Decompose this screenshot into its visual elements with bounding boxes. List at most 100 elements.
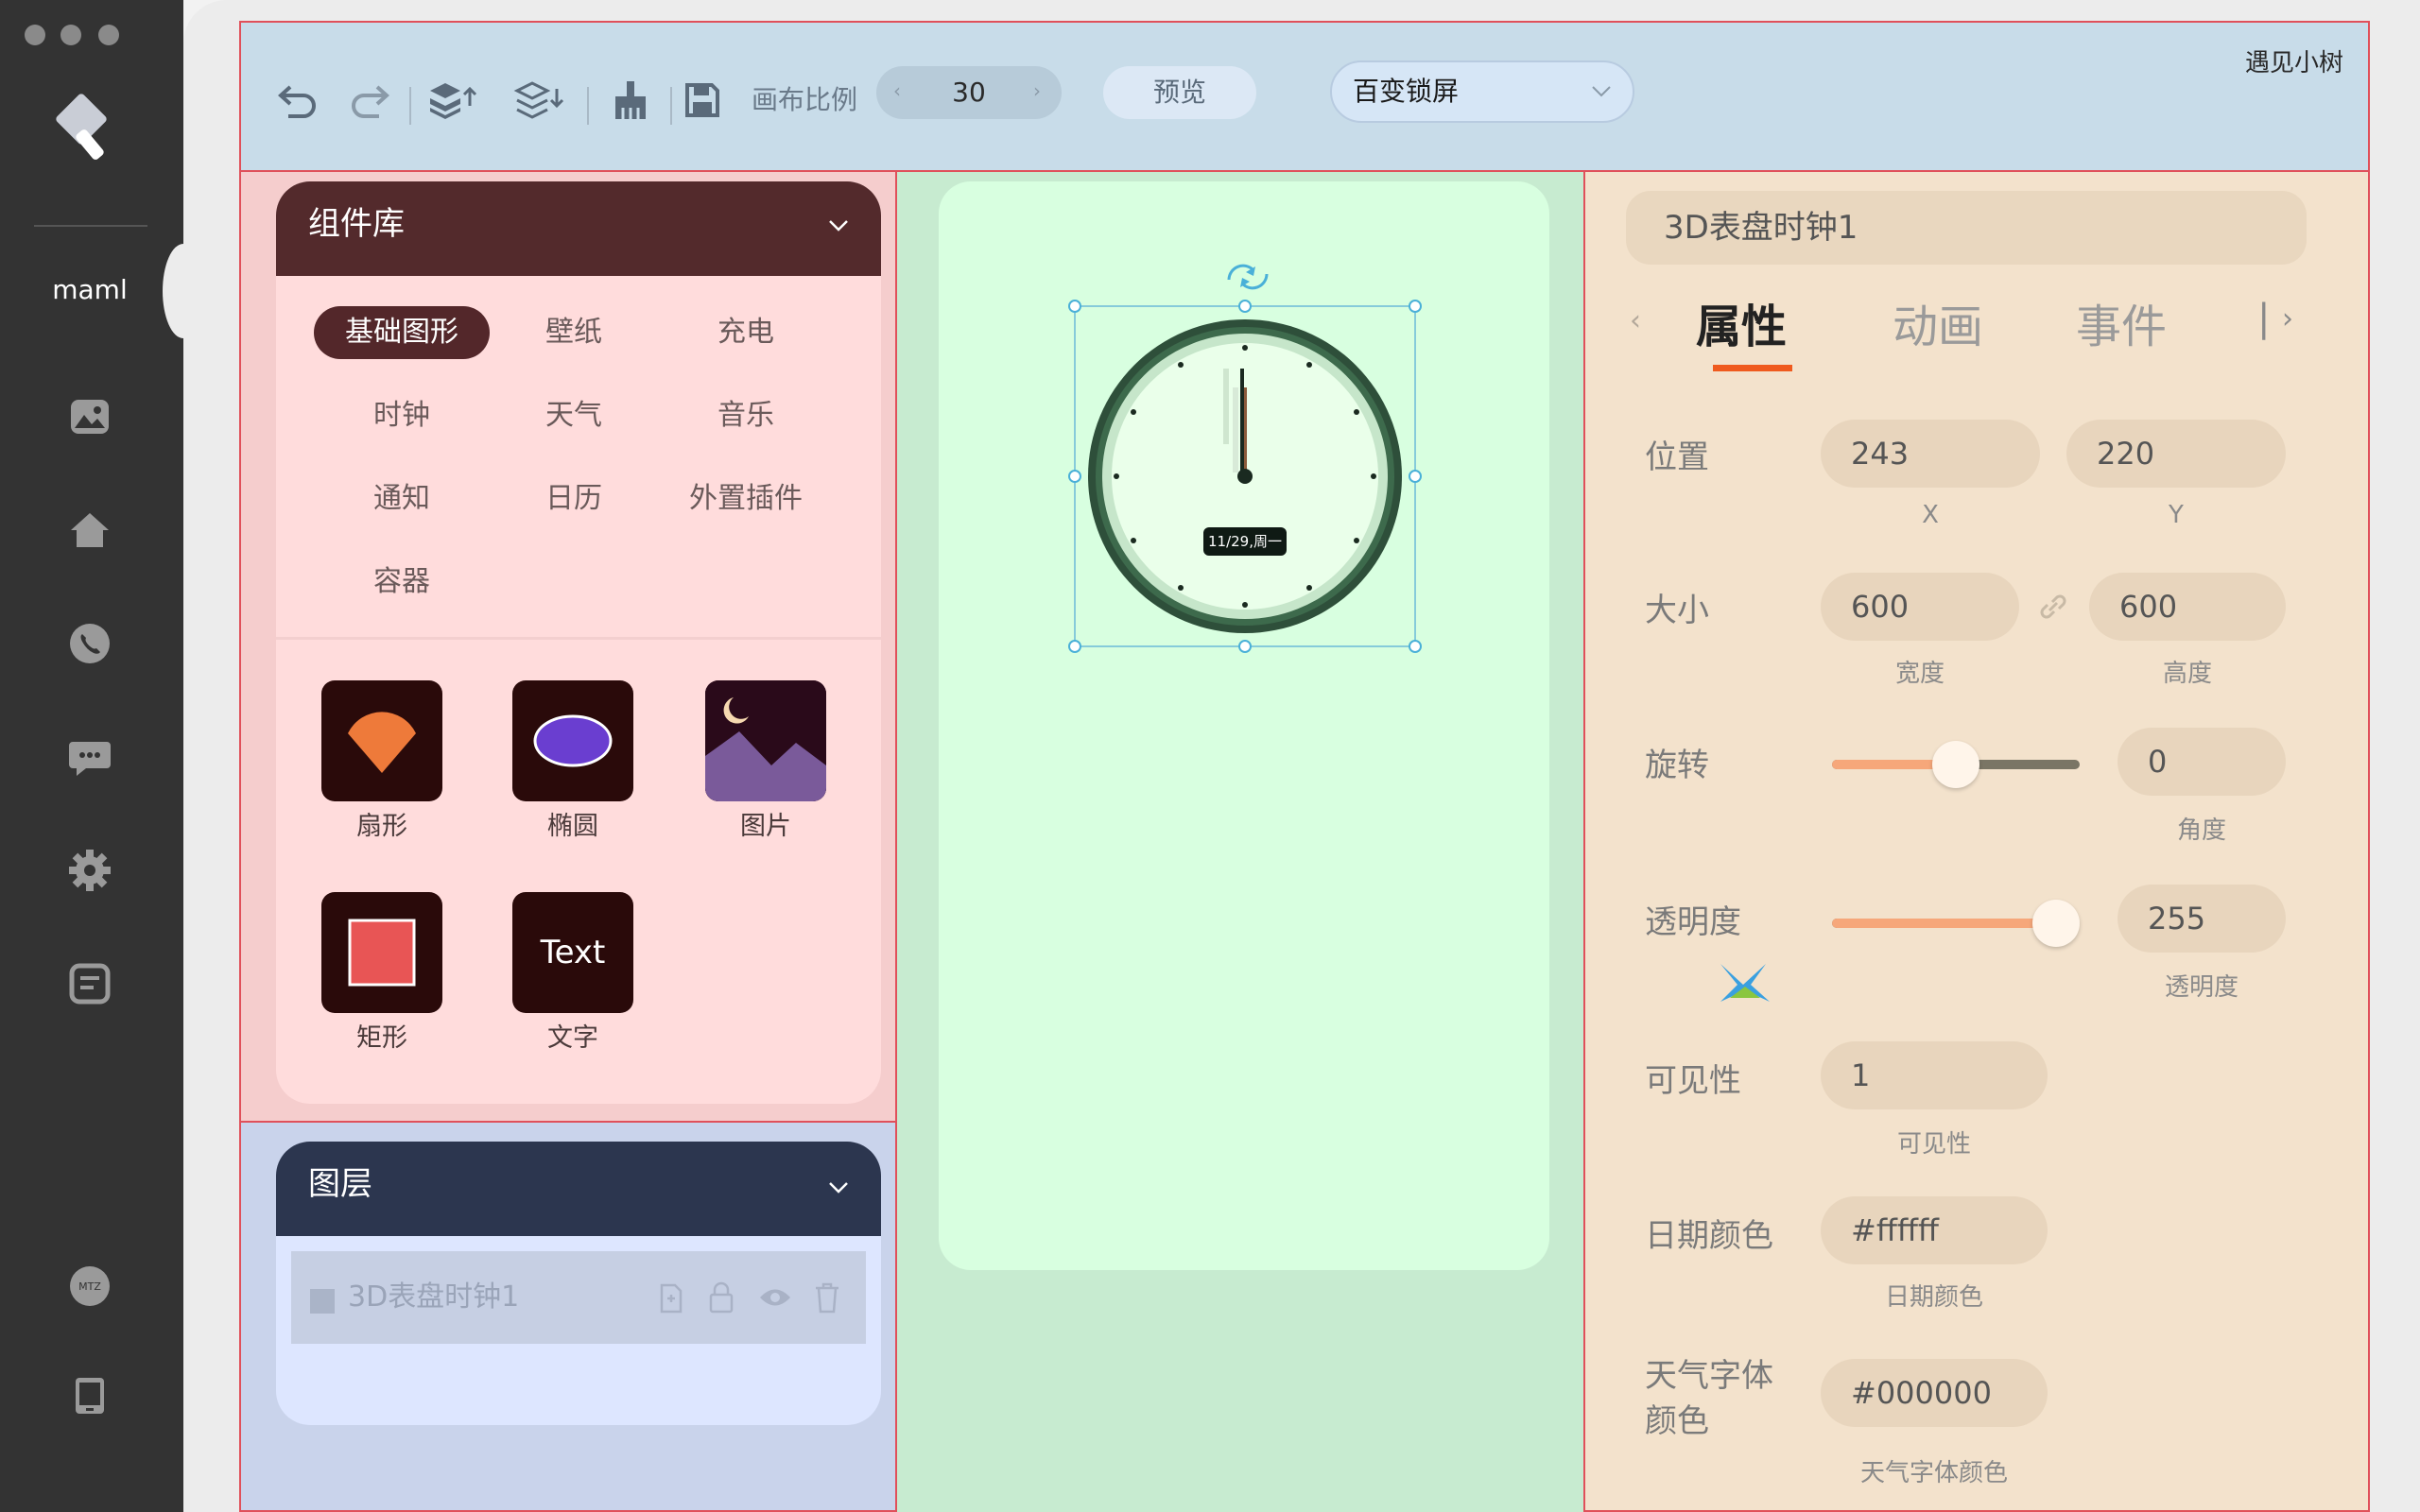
tab-scroll-right-icon[interactable]: ›	[2282, 302, 2293, 335]
library-title: 组件库	[308, 205, 405, 243]
clock-widget[interactable]: 11/29,周一	[1059, 246, 1437, 662]
date-color-label: 日期颜色	[1645, 1217, 1773, 1255]
position-x-input[interactable]: 243	[1821, 420, 2040, 488]
rectangle-icon[interactable]	[321, 892, 442, 1013]
window-zoom-button[interactable]	[98, 25, 119, 45]
height-sub: 高度	[2162, 660, 2212, 688]
weather-font-color-label-line1: 天气字体	[1645, 1357, 1773, 1395]
category-container[interactable]: 容器	[314, 556, 490, 609]
opacity-slider-thumb[interactable]	[2032, 900, 2080, 947]
rotation-slider-track[interactable]	[1832, 741, 2080, 788]
eye-icon[interactable]	[758, 1285, 792, 1310]
layers-header[interactable]: 图层	[276, 1142, 881, 1236]
component-label: 文字	[547, 1023, 598, 1053]
category-notification[interactable]: 通知	[314, 472, 490, 525]
opacity-label: 透明度	[1645, 903, 1741, 941]
chevron-down-icon[interactable]	[828, 1181, 849, 1194]
category-charging[interactable]: 充电	[658, 306, 834, 359]
component-library-card: 组件库 基础图形 壁纸 充电 时钟 天气 音乐 通知 日历 外置插件 容器 扇形…	[276, 181, 881, 1104]
date-color-sub: 日期颜色	[1884, 1283, 1983, 1312]
height-input[interactable]: 600	[2089, 573, 2286, 641]
sector-icon[interactable]	[321, 680, 442, 801]
mtz-icon[interactable]: MTZ	[66, 1263, 113, 1310]
visibility-label: 可见性	[1645, 1062, 1741, 1100]
category-music[interactable]: 音乐	[658, 389, 834, 442]
layer-up-icon[interactable]	[424, 72, 481, 129]
toolbar-separator	[409, 87, 411, 125]
library-header[interactable]: 组件库	[276, 181, 881, 276]
rotation-slider-thumb[interactable]	[1932, 741, 1979, 788]
opacity-slider-track[interactable]	[1832, 900, 2080, 947]
category-weather[interactable]: 天气	[486, 389, 662, 442]
text-icon[interactable]: Text	[512, 892, 633, 1013]
message-icon[interactable]	[66, 733, 113, 781]
canvas-ratio-label: 画布比例	[752, 84, 858, 115]
component-name-field[interactable]: 3D表盘时钟1	[1626, 191, 2307, 265]
position-y-input[interactable]: 220	[2066, 420, 2286, 488]
device-icon[interactable]	[66, 1372, 113, 1419]
watermark-logo	[1720, 964, 1770, 1002]
user-name[interactable]: 遇见小树	[2245, 43, 2343, 78]
visibility-input[interactable]: 1	[1821, 1041, 2048, 1109]
opacity-input[interactable]: 255	[2118, 885, 2286, 953]
settings-gear-icon[interactable]	[66, 847, 113, 894]
category-wallpaper[interactable]: 壁纸	[486, 306, 662, 359]
canvas-ratio-stepper[interactable]: ‹ 30 ›	[876, 66, 1062, 119]
template-select-value: 百变锁屏	[1353, 76, 1460, 107]
layer-name: 3D表盘时钟1	[348, 1280, 520, 1314]
layer-down-icon[interactable]	[511, 72, 568, 129]
link-ratio-icon[interactable]	[2034, 588, 2072, 626]
opacity-slider-fill	[1832, 919, 2056, 928]
redo-icon[interactable]	[341, 72, 398, 129]
position-label: 位置	[1645, 438, 1709, 476]
component-label: 图片	[740, 812, 791, 841]
date-color-input[interactable]: #ffffff	[1821, 1196, 2048, 1264]
category-clock[interactable]: 时钟	[314, 389, 490, 442]
template-select[interactable]: 百变锁屏	[1330, 60, 1634, 123]
tab-events[interactable]: 事件	[2076, 289, 2167, 355]
category-calendar[interactable]: 日历	[486, 472, 662, 525]
weather-font-color-label-line2: 颜色	[1645, 1402, 1709, 1440]
brush-clear-icon[interactable]	[602, 72, 659, 129]
window-minimize-button[interactable]	[60, 25, 81, 45]
save-icon[interactable]	[674, 72, 731, 129]
rotation-input[interactable]: 0	[2118, 728, 2286, 796]
trash-icon[interactable]	[813, 1281, 841, 1314]
position-x-sub: X	[1922, 501, 1939, 529]
image-icon[interactable]	[705, 680, 826, 801]
home-icon[interactable]	[66, 507, 113, 554]
toolbar: 画布比例 ‹ 30 › 预览 百变锁屏 遇见小树	[239, 21, 2370, 172]
visibility-sub: 可见性	[1896, 1130, 1971, 1159]
window-close-button[interactable]	[25, 25, 45, 45]
stepper-increase-icon[interactable]: ›	[1033, 79, 1041, 102]
sidebar-project-label[interactable]: maml	[0, 274, 180, 305]
copy-icon[interactable]	[656, 1283, 683, 1314]
weather-font-color-input[interactable]: #000000	[1821, 1359, 2048, 1427]
active-tab-indicator	[1713, 365, 1792, 371]
clock-date-label: 11/29,周一	[1208, 533, 1282, 550]
component-label: 矩形	[356, 1023, 407, 1053]
undo-icon[interactable]	[269, 72, 326, 129]
gallery-icon[interactable]	[66, 393, 113, 440]
notes-icon[interactable]	[66, 960, 113, 1007]
weather-font-color-sub: 天气字体颜色	[1859, 1459, 2008, 1487]
layer-checkbox[interactable]	[310, 1289, 335, 1314]
width-input[interactable]: 600	[1821, 573, 2019, 641]
tab-properties[interactable]: 属性	[1696, 289, 1787, 355]
tab-animation[interactable]: 动画	[1893, 289, 1983, 355]
ellipse-icon[interactable]	[512, 680, 633, 801]
phone-icon[interactable]	[66, 620, 113, 667]
lock-icon[interactable]	[707, 1281, 735, 1314]
brush-logo-icon	[49, 91, 125, 166]
tab-scroll-left-icon[interactable]: ‹	[1630, 304, 1641, 337]
sidebar-divider	[34, 225, 147, 227]
toolbar-separator	[587, 87, 589, 125]
category-basic-shapes[interactable]: 基础图形	[314, 306, 490, 359]
layer-row[interactable]: 3D表盘时钟1	[291, 1251, 866, 1344]
library-divider	[276, 637, 881, 640]
rotate-handle-icon	[1227, 264, 1269, 290]
preview-button[interactable]: 预览	[1103, 66, 1256, 119]
rotation-sub: 角度	[2176, 816, 2226, 845]
chevron-down-icon[interactable]	[828, 219, 849, 232]
category-external-plugin[interactable]: 外置插件	[658, 472, 834, 525]
